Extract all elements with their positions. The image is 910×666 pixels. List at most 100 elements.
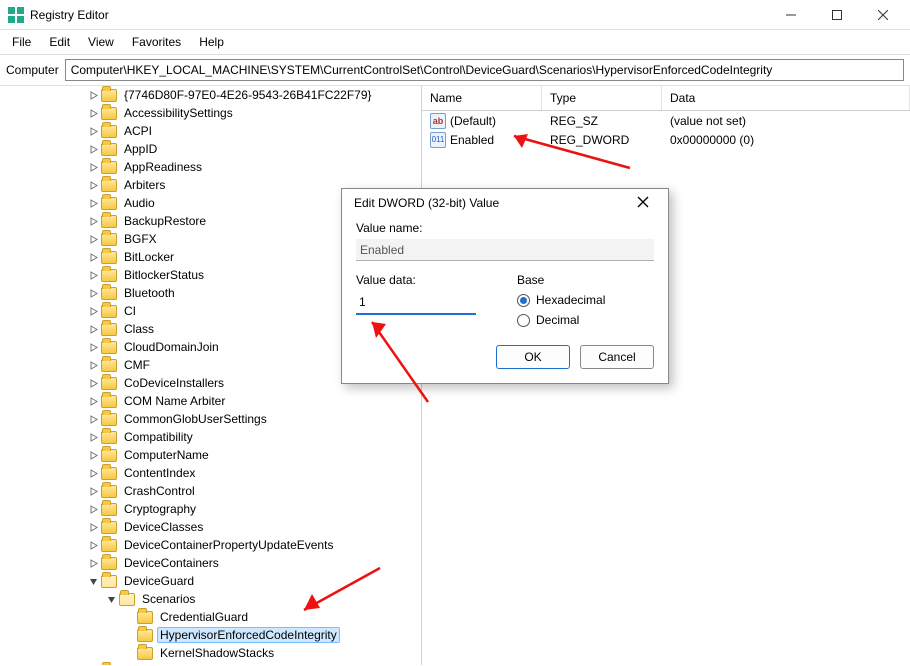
chevron-right-icon[interactable] — [86, 343, 100, 352]
tree-node[interactable]: DeviceClasses — [0, 518, 417, 536]
tree-node[interactable]: DeviceContainerPropertyUpdateEvents — [0, 536, 417, 554]
tree-node[interactable]: AppID — [0, 140, 417, 158]
menu-view[interactable]: View — [80, 32, 122, 52]
chevron-right-icon[interactable] — [86, 109, 100, 118]
tree-node[interactable]: DeviceGuard — [0, 572, 417, 590]
chevron-right-icon[interactable] — [86, 541, 100, 550]
radio-decimal[interactable]: Decimal — [517, 313, 654, 327]
tree-node-label: Cryptography — [121, 502, 199, 516]
cancel-button[interactable]: Cancel — [580, 345, 654, 369]
radio-hexadecimal[interactable]: Hexadecimal — [517, 293, 654, 307]
chevron-right-icon[interactable] — [86, 289, 100, 298]
folder-icon — [101, 179, 117, 192]
chevron-right-icon[interactable] — [86, 523, 100, 532]
chevron-right-icon[interactable] — [86, 199, 100, 208]
window-maximize-button[interactable] — [814, 0, 860, 30]
chevron-right-icon[interactable] — [86, 181, 100, 190]
window-close-button[interactable] — [860, 0, 906, 30]
tree-node[interactable]: KernelShadowStacks — [0, 644, 417, 662]
chevron-right-icon[interactable] — [86, 127, 100, 136]
folder-icon — [101, 413, 117, 426]
tree-node[interactable]: Cryptography — [0, 500, 417, 518]
value-data-input[interactable] — [356, 291, 476, 315]
chevron-right-icon[interactable] — [86, 91, 100, 100]
tree-node[interactable]: ACPI — [0, 122, 417, 140]
chevron-right-icon[interactable] — [86, 469, 100, 478]
tree-node-label: Scenarios — [139, 592, 198, 606]
col-data[interactable]: Data — [662, 86, 910, 110]
tree-node[interactable]: CommonGlobUserSettings — [0, 410, 417, 428]
col-name[interactable]: Name — [422, 86, 542, 110]
value-data: 0x00000000 (0) — [662, 133, 910, 147]
chevron-right-icon[interactable] — [86, 361, 100, 370]
chevron-right-icon[interactable] — [86, 433, 100, 442]
chevron-right-icon[interactable] — [86, 235, 100, 244]
value-name-label: Value name: — [356, 221, 654, 235]
chevron-right-icon[interactable] — [86, 307, 100, 316]
tree-node-label: Compatibility — [121, 430, 196, 444]
tree-node[interactable]: HypervisorEnforcedCodeIntegrity — [0, 626, 417, 644]
value-data: (value not set) — [662, 114, 910, 128]
folder-icon — [101, 269, 117, 282]
menu-favorites[interactable]: Favorites — [124, 32, 189, 52]
chevron-right-icon[interactable] — [86, 145, 100, 154]
tree-node[interactable]: Compatibility — [0, 428, 417, 446]
value-row[interactable]: 011EnabledREG_DWORD0x00000000 (0) — [422, 130, 910, 149]
chevron-right-icon[interactable] — [86, 163, 100, 172]
tree-node[interactable]: DeviceContainers — [0, 554, 417, 572]
base-label: Base — [517, 273, 654, 287]
chevron-right-icon[interactable] — [86, 451, 100, 460]
chevron-right-icon[interactable] — [86, 379, 100, 388]
value-row[interactable]: ab(Default)REG_SZ(value not set) — [422, 111, 910, 130]
tree-node[interactable]: AccessibilitySettings — [0, 104, 417, 122]
dialog-close-button[interactable] — [628, 195, 658, 211]
folder-icon — [101, 143, 117, 156]
address-input[interactable] — [65, 59, 904, 81]
tree-node-label: DeviceGuard — [121, 574, 197, 588]
folder-icon — [101, 539, 117, 552]
ok-button[interactable]: OK — [496, 345, 570, 369]
menu-file[interactable]: File — [4, 32, 39, 52]
chevron-right-icon[interactable] — [86, 325, 100, 334]
chevron-right-icon[interactable] — [86, 505, 100, 514]
address-bar: Computer — [0, 55, 910, 86]
tree-node[interactable]: {7746D80F-97E0-4E26-9543-26B41FC22F79} — [0, 86, 417, 104]
chevron-right-icon[interactable] — [86, 253, 100, 262]
folder-icon — [101, 287, 117, 300]
window-title: Registry Editor — [30, 8, 768, 22]
folder-icon — [101, 395, 117, 408]
tree-node[interactable]: ComputerName — [0, 446, 417, 464]
tree-node-label: ACPI — [121, 124, 155, 138]
tree-node[interactable]: Scenarios — [0, 590, 417, 608]
window-minimize-button[interactable] — [768, 0, 814, 30]
folder-icon — [101, 341, 117, 354]
tree-node-label: CoDeviceInstallers — [121, 376, 227, 390]
folder-icon — [101, 377, 117, 390]
chevron-right-icon[interactable] — [86, 487, 100, 496]
folder-icon — [101, 467, 117, 480]
chevron-right-icon[interactable] — [86, 217, 100, 226]
tree-node-label: CMF — [121, 358, 153, 372]
tree-node[interactable]: AppReadiness — [0, 158, 417, 176]
folder-icon — [101, 449, 117, 462]
chevron-down-icon[interactable] — [104, 595, 118, 604]
chevron-right-icon[interactable] — [86, 415, 100, 424]
menu-help[interactable]: Help — [191, 32, 232, 52]
chevron-right-icon[interactable] — [86, 559, 100, 568]
tree-node[interactable]: CrashControl — [0, 482, 417, 500]
tree-node[interactable]: CredentialGuard — [0, 608, 417, 626]
chevron-right-icon[interactable] — [86, 271, 100, 280]
window-titlebar: Registry Editor — [0, 0, 910, 30]
string-value-icon: ab — [430, 113, 446, 129]
folder-icon — [101, 431, 117, 444]
tree-node[interactable]: DeviceOverrides — [0, 662, 417, 665]
tree-node-label: DeviceContainers — [121, 556, 222, 570]
chevron-right-icon[interactable] — [86, 397, 100, 406]
tree-node[interactable]: COM Name Arbiter — [0, 392, 417, 410]
col-type[interactable]: Type — [542, 86, 662, 110]
folder-icon — [101, 485, 117, 498]
menu-edit[interactable]: Edit — [41, 32, 78, 52]
chevron-down-icon[interactable] — [86, 577, 100, 586]
folder-icon — [119, 593, 135, 606]
tree-node[interactable]: ContentIndex — [0, 464, 417, 482]
